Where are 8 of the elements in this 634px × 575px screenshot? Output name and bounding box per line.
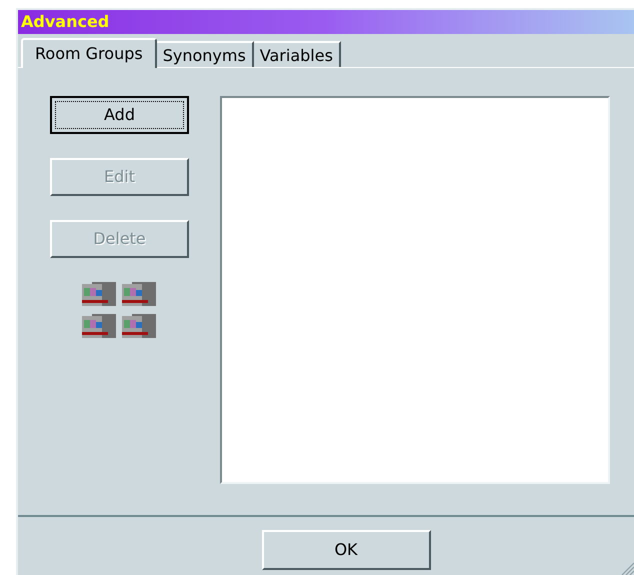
action-button[interactable]: Add	[50, 96, 189, 134]
tab[interactable]: Synonyms	[156, 41, 254, 67]
window-title: Advanced	[18, 10, 634, 34]
resize-grip-icon[interactable]	[620, 561, 634, 575]
tab[interactable]: Variables	[254, 41, 341, 67]
ok-button[interactable]: OK	[262, 530, 430, 570]
tab[interactable]: Room Groups	[21, 38, 157, 68]
list-box[interactable]	[220, 96, 610, 484]
